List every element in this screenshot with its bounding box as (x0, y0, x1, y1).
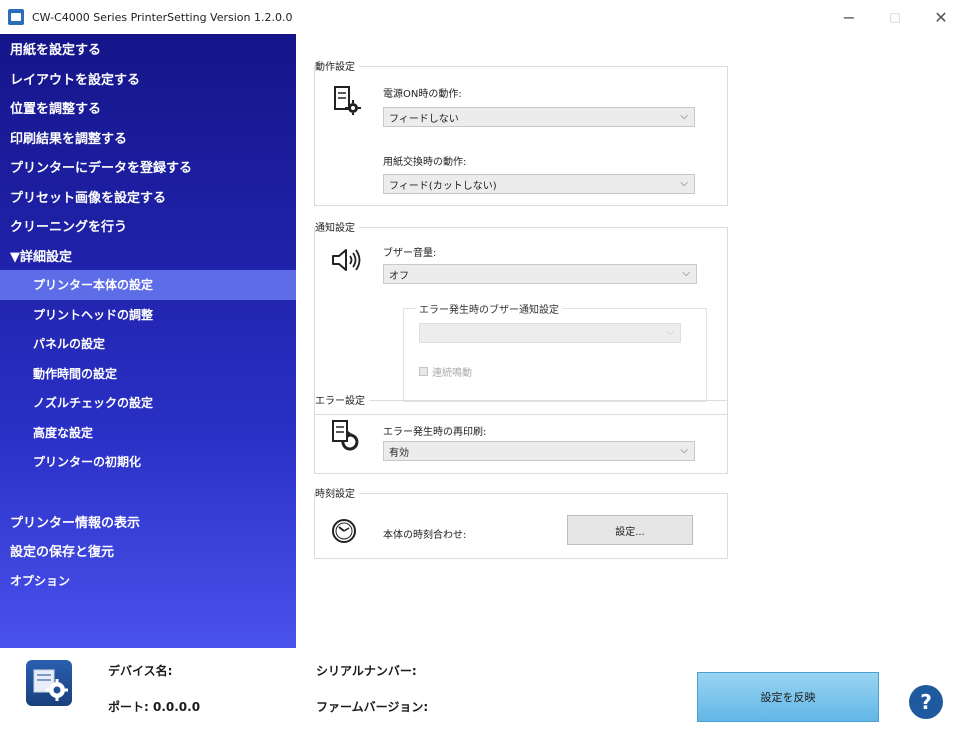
paper-change-value: フィード(カットしない) (389, 180, 497, 192)
serial-number-label: シリアルナンバー: (316, 664, 417, 678)
chevron-down-icon: ⌵ (680, 445, 688, 456)
sidebar-item-save-restore[interactable]: 設定の保存と復元 (0, 536, 296, 566)
title-bar: CW-C4000 Series PrinterSetting Version 1… (0, 0, 964, 34)
error-buzzer-title: エラー発生時のブザー通知設定 (416, 301, 562, 316)
printer-settings-icon (26, 660, 72, 706)
sidebar-item-position[interactable]: 位置を調整する (0, 93, 296, 123)
chevron-down-icon: ⌵ (680, 111, 688, 122)
sidebar-item-preset-image[interactable]: プリセット画像を設定する (0, 182, 296, 212)
sidebar-item-cleaning[interactable]: クリーニングを行う (0, 211, 296, 241)
error-buzzer-subgroup: エラー発生時のブザー通知設定 ⌵ 連続鳴動 (403, 301, 707, 402)
operation-settings-group: 動作設定 電源ON時の動作: フィードしない ⌵ 用紙交換時の動作: フィード(… (314, 58, 728, 206)
continuous-checkbox-row[interactable]: 連続鳴動 (419, 364, 472, 379)
firmware-version-label: ファームバージョン: (316, 700, 429, 714)
sidebar-item-layout[interactable]: レイアウトを設定する (0, 64, 296, 94)
power-on-label: 電源ON時の動作: (383, 89, 462, 100)
maximize-button[interactable]: □ (872, 0, 918, 34)
chevron-down-icon: ⌵ (682, 268, 690, 279)
device-name-label: デバイス名: (108, 664, 173, 678)
error-settings-title: エラー設定 (315, 392, 369, 407)
notification-settings-group: 通知設定 ブザー音量: オフ ⌵ エラー発生時のブザー通知設定 ⌵ 連続鳴動 (314, 219, 728, 415)
app-icon (8, 9, 24, 25)
printer-gear-icon (334, 86, 361, 115)
clock-settings-title: 時刻設定 (315, 485, 359, 500)
footer: デバイス名: ポート: 0.0.0.0 シリアルナンバー: ファームバージョン:… (0, 648, 964, 736)
buzzer-select[interactable]: オフ ⌵ (383, 264, 697, 284)
clock-sync-label: 本体の時刻合わせ: (383, 530, 467, 541)
continuous-label: 連続鳴動 (432, 368, 472, 379)
port-label: ポート: 0.0.0.0 (108, 700, 201, 714)
sidebar-subitem-printer-settings[interactable]: プリンター本体の設定 (0, 270, 296, 300)
buzzer-value: オフ (389, 270, 409, 282)
minimize-button[interactable]: − (826, 0, 872, 34)
paper-change-label: 用紙交換時の動作: (383, 157, 467, 168)
printer-reload-icon (332, 420, 359, 451)
paper-change-select[interactable]: フィード(カットしない) ⌵ (383, 174, 695, 194)
notification-settings-title: 通知設定 (315, 219, 359, 234)
sidebar-subitem-reset[interactable]: プリンターの初期化 (0, 447, 296, 477)
buzzer-label: ブザー音量: (383, 248, 437, 259)
reprint-value: 有効 (389, 447, 409, 459)
sidebar-subitem-expert[interactable]: 高度な設定 (0, 418, 296, 448)
power-on-select[interactable]: フィードしない ⌵ (383, 107, 695, 127)
close-button[interactable]: ✕ (918, 0, 964, 34)
sidebar-subitem-printhead[interactable]: プリントヘッドの調整 (0, 300, 296, 330)
clock-icon (332, 519, 356, 543)
sidebar-item-print-result[interactable]: 印刷結果を調整する (0, 123, 296, 153)
clock-settings-group: 時刻設定 本体の時刻合わせ: 設定... (314, 485, 728, 559)
chevron-down-icon: ⌵ (666, 327, 674, 338)
chevron-down-icon: ⌵ (680, 178, 688, 189)
error-buzzer-select[interactable]: ⌵ (419, 323, 681, 343)
error-settings-group: エラー設定 エラー発生時の再印刷: 有効 ⌵ (314, 392, 728, 474)
operation-settings-title: 動作設定 (315, 58, 359, 73)
sidebar: 用紙を設定する レイアウトを設定する 位置を調整する 印刷結果を調整する プリン… (0, 34, 296, 648)
sidebar-subitem-nozzle-check[interactable]: ノズルチェックの設定 (0, 388, 296, 418)
window-title: CW-C4000 Series PrinterSetting Version 1… (32, 10, 293, 24)
clock-set-button[interactable]: 設定... (567, 515, 693, 545)
power-on-value: フィードしない (389, 113, 459, 125)
sidebar-subitem-operation-time[interactable]: 動作時間の設定 (0, 359, 296, 389)
window-controls: − □ ✕ (826, 0, 964, 34)
sidebar-item-paper[interactable]: 用紙を設定する (0, 34, 296, 64)
sidebar-item-register-data[interactable]: プリンターにデータを登録する (0, 152, 296, 182)
printer-gear-icon (33, 669, 68, 701)
reprint-label: エラー発生時の再印刷: (383, 427, 487, 438)
continuous-checkbox[interactable] (419, 367, 428, 376)
help-button[interactable]: ? (909, 685, 943, 719)
reprint-select[interactable]: 有効 ⌵ (383, 441, 695, 461)
main-panel: 動作設定 電源ON時の動作: フィードしない ⌵ 用紙交換時の動作: フィード(… (296, 34, 964, 648)
sidebar-item-options[interactable]: オプション (0, 566, 296, 596)
apply-settings-button[interactable]: 設定を反映 (697, 672, 879, 722)
sidebar-item-printer-info[interactable]: プリンター情報の表示 (0, 507, 296, 537)
sidebar-item-advanced[interactable]: ▼詳細設定 (0, 241, 296, 271)
speaker-icon (332, 249, 361, 271)
sidebar-subitem-panel[interactable]: パネルの設定 (0, 329, 296, 359)
